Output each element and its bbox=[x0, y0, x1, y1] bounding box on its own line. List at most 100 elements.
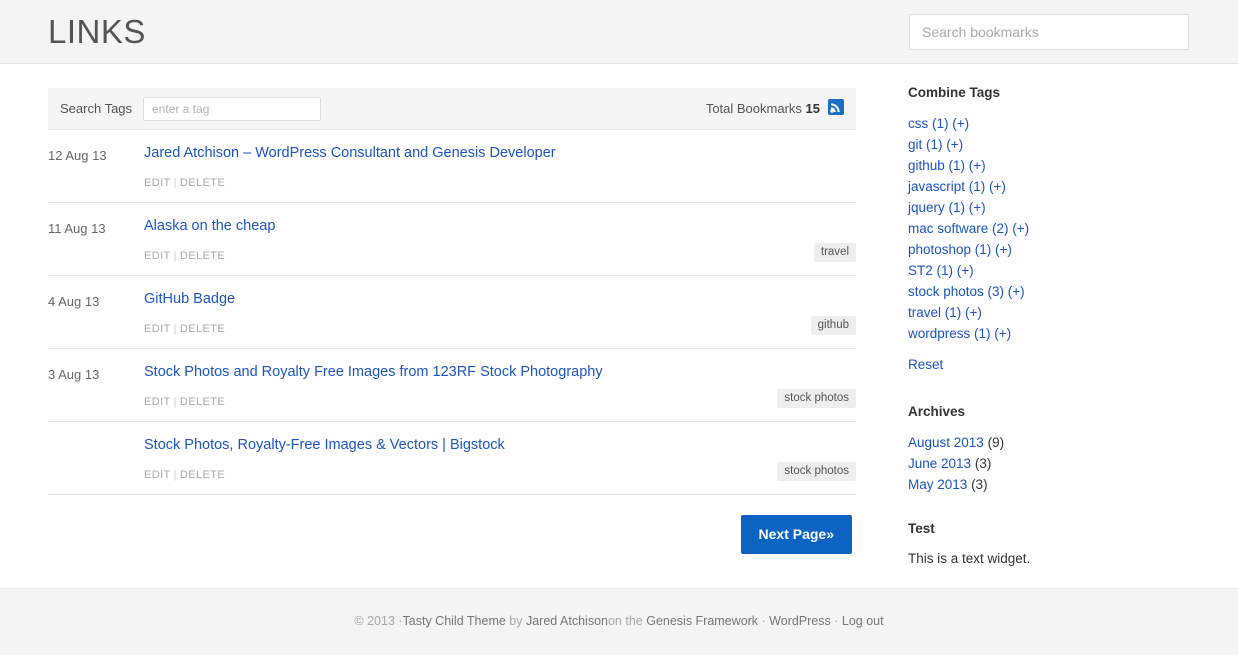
combine-tag-item: ST2 (1) (+) bbox=[908, 260, 1198, 281]
combine-tag-link[interactable]: photoshop (1) (+) bbox=[908, 242, 1012, 257]
combine-tag-link[interactable]: travel (1) (+) bbox=[908, 305, 982, 320]
widget-title-combine-tags: Combine Tags bbox=[908, 85, 1001, 100]
combine-tag-item: css (1) (+) bbox=[908, 113, 1198, 134]
bookmark-title-link[interactable]: Stock Photos, Royalty-Free Images & Vect… bbox=[144, 434, 856, 455]
bookmark-row: 11 Aug 13 Alaska on the cheap EDIT | DELET… bbox=[48, 203, 856, 276]
bookmark-body: Stock Photos, Royalty-Free Images & Vect… bbox=[144, 434, 856, 481]
links-page: LINKS Search Tags Total Bookmarks 15 12 … bbox=[0, 0, 1238, 655]
bookmark-actions: EDIT | DELETE bbox=[144, 469, 856, 481]
combine-tag-link[interactable]: stock photos (3) (+) bbox=[908, 284, 1025, 299]
footer-on-the: on the bbox=[607, 614, 647, 628]
bookmark-actions: EDIT | DELETE bbox=[144, 323, 856, 335]
bookmark-title-link[interactable]: Jared Atchison – WordPress Consultant an… bbox=[144, 142, 856, 163]
total-bookmarks-count: 15 bbox=[805, 101, 820, 116]
action-separator: | bbox=[173, 250, 177, 262]
widget-title-test: Test bbox=[908, 521, 935, 536]
edit-link[interactable]: EDIT bbox=[144, 469, 171, 481]
tag-search-input[interactable] bbox=[143, 97, 321, 121]
search-tags-label: Search Tags bbox=[60, 101, 133, 116]
combine-tag-item: github (1) (+) bbox=[908, 155, 1198, 176]
bookmark-body: Jared Atchison – WordPress Consultant an… bbox=[144, 142, 856, 189]
combine-tag-link[interactable]: javascript (1) (+) bbox=[908, 179, 1006, 194]
widget-title-archives: Archives bbox=[908, 404, 966, 419]
delete-link[interactable]: DELETE bbox=[180, 323, 225, 335]
tag-chip[interactable]: travel bbox=[813, 243, 856, 262]
bookmark-title-link[interactable]: Alaska on the cheap bbox=[144, 215, 856, 236]
combine-tag-link[interactable]: mac software (2) (+) bbox=[908, 221, 1029, 236]
text-widget-body: This is a text widget. bbox=[908, 551, 1031, 566]
footer-by: by bbox=[505, 614, 526, 628]
combine-tag-link[interactable]: wordpress (1) (+) bbox=[908, 326, 1011, 341]
widget-test: Test This is a text widget. bbox=[908, 521, 1198, 568]
bookmark-tags: stock photos bbox=[777, 462, 856, 481]
combine-tag-item: javascript (1) (+) bbox=[908, 176, 1198, 197]
bookmark-date: 11 Aug 13 bbox=[48, 221, 106, 236]
bookmark-tags: stock photos bbox=[777, 389, 856, 408]
delete-link[interactable]: DELETE bbox=[180, 469, 225, 481]
theme-link[interactable]: Tasty Child Theme bbox=[403, 614, 506, 628]
footer-sep-1: · bbox=[758, 614, 770, 628]
edit-link[interactable]: EDIT bbox=[144, 396, 171, 408]
bookmark-row: 12 Aug 13 Jared Atchison – WordPress Con… bbox=[48, 130, 856, 203]
edit-link[interactable]: EDIT bbox=[144, 250, 171, 262]
action-separator: | bbox=[173, 469, 177, 481]
combine-tag-link[interactable]: jquery (1) (+) bbox=[908, 200, 986, 215]
author-link[interactable]: Jared Atchison bbox=[526, 614, 608, 628]
edit-link[interactable]: EDIT bbox=[144, 323, 171, 335]
bookmark-list: 12 Aug 13 Jared Atchison – WordPress Con… bbox=[48, 130, 856, 495]
sidebar: Combine Tags css (1) (+) git (1) (+) git… bbox=[908, 85, 1198, 590]
combine-tag-item: wordpress (1) (+) bbox=[908, 323, 1198, 344]
bookmark-date: 4 Aug 13 bbox=[48, 294, 100, 309]
logout-link[interactable]: Log out bbox=[842, 614, 884, 628]
archive-item: June 2013 (3) bbox=[908, 453, 1198, 474]
tag-chip[interactable]: stock photos bbox=[777, 462, 856, 481]
delete-link[interactable]: DELETE bbox=[180, 177, 225, 189]
pagination: Next Page» bbox=[48, 495, 856, 571]
footer-copyright: © 2013 · bbox=[354, 614, 403, 628]
archive-count: (9) bbox=[987, 435, 1005, 450]
combine-tag-item: git (1) (+) bbox=[908, 134, 1198, 155]
archive-link[interactable]: May 2013 bbox=[908, 477, 967, 492]
next-page-button[interactable]: Next Page» bbox=[740, 515, 852, 554]
bookmark-actions: EDIT | DELETE bbox=[144, 396, 856, 408]
reset-tags-link[interactable]: Reset bbox=[908, 357, 943, 372]
combine-tag-link[interactable]: git (1) (+) bbox=[908, 137, 963, 152]
bookmark-title-link[interactable]: Stock Photos and Royalty Free Images fro… bbox=[144, 361, 856, 382]
site-header: LINKS bbox=[0, 0, 1238, 64]
search-tags-toolbar: Search Tags Total Bookmarks 15 bbox=[48, 88, 856, 130]
bookmark-row: 4 Aug 13 GitHub Badge EDIT | DELETE github bbox=[48, 276, 856, 349]
tag-chip[interactable]: stock photos bbox=[777, 389, 856, 408]
delete-link[interactable]: DELETE bbox=[180, 396, 225, 408]
bookmark-tags: travel bbox=[813, 243, 856, 262]
combine-tag-item: stock photos (3) (+) bbox=[908, 281, 1198, 302]
combine-tag-item: jquery (1) (+) bbox=[908, 197, 1198, 218]
combine-tag-link[interactable]: ST2 (1) (+) bbox=[908, 263, 974, 278]
search-bookmarks-input[interactable] bbox=[909, 14, 1189, 50]
bookmark-actions: EDIT | DELETE bbox=[144, 250, 856, 262]
combine-tag-link[interactable]: css (1) (+) bbox=[908, 116, 969, 131]
content-area: Search Tags Total Bookmarks 15 12 Aug 13… bbox=[48, 88, 856, 571]
action-separator: | bbox=[173, 396, 177, 408]
bookmark-date: 12 Aug 13 bbox=[48, 148, 107, 163]
archive-link[interactable]: June 2013 bbox=[908, 456, 971, 471]
combine-tag-link[interactable]: github (1) (+) bbox=[908, 158, 986, 173]
site-footer: © 2013 ·Tasty Child Theme by Jared Atchi… bbox=[0, 588, 1238, 655]
tag-chip[interactable]: github bbox=[810, 316, 856, 335]
framework-link[interactable]: Genesis Framework bbox=[646, 614, 758, 628]
bookmark-row: 3 Aug 13 Stock Photos and Royalty Free I… bbox=[48, 349, 856, 422]
archive-link[interactable]: August 2013 bbox=[908, 435, 984, 450]
edit-link[interactable]: EDIT bbox=[144, 177, 171, 189]
wordpress-link[interactable]: WordPress bbox=[769, 614, 831, 628]
bookmark-title-link[interactable]: GitHub Badge bbox=[144, 288, 856, 309]
archive-count: (3) bbox=[971, 477, 988, 492]
action-separator: | bbox=[173, 177, 177, 189]
archive-count: (3) bbox=[974, 456, 992, 471]
combine-tag-item: photoshop (1) (+) bbox=[908, 239, 1198, 260]
bookmark-body: GitHub Badge EDIT | DELETE github bbox=[144, 288, 856, 335]
total-bookmarks-label: Total Bookmarks bbox=[705, 101, 802, 116]
rss-feed-icon[interactable] bbox=[828, 99, 844, 115]
archive-item: May 2013 (3) bbox=[908, 474, 1198, 495]
delete-link[interactable]: DELETE bbox=[180, 250, 225, 262]
bookmark-body: Stock Photos and Royalty Free Images fro… bbox=[144, 361, 856, 408]
archive-item: August 2013 (9) bbox=[908, 432, 1198, 453]
